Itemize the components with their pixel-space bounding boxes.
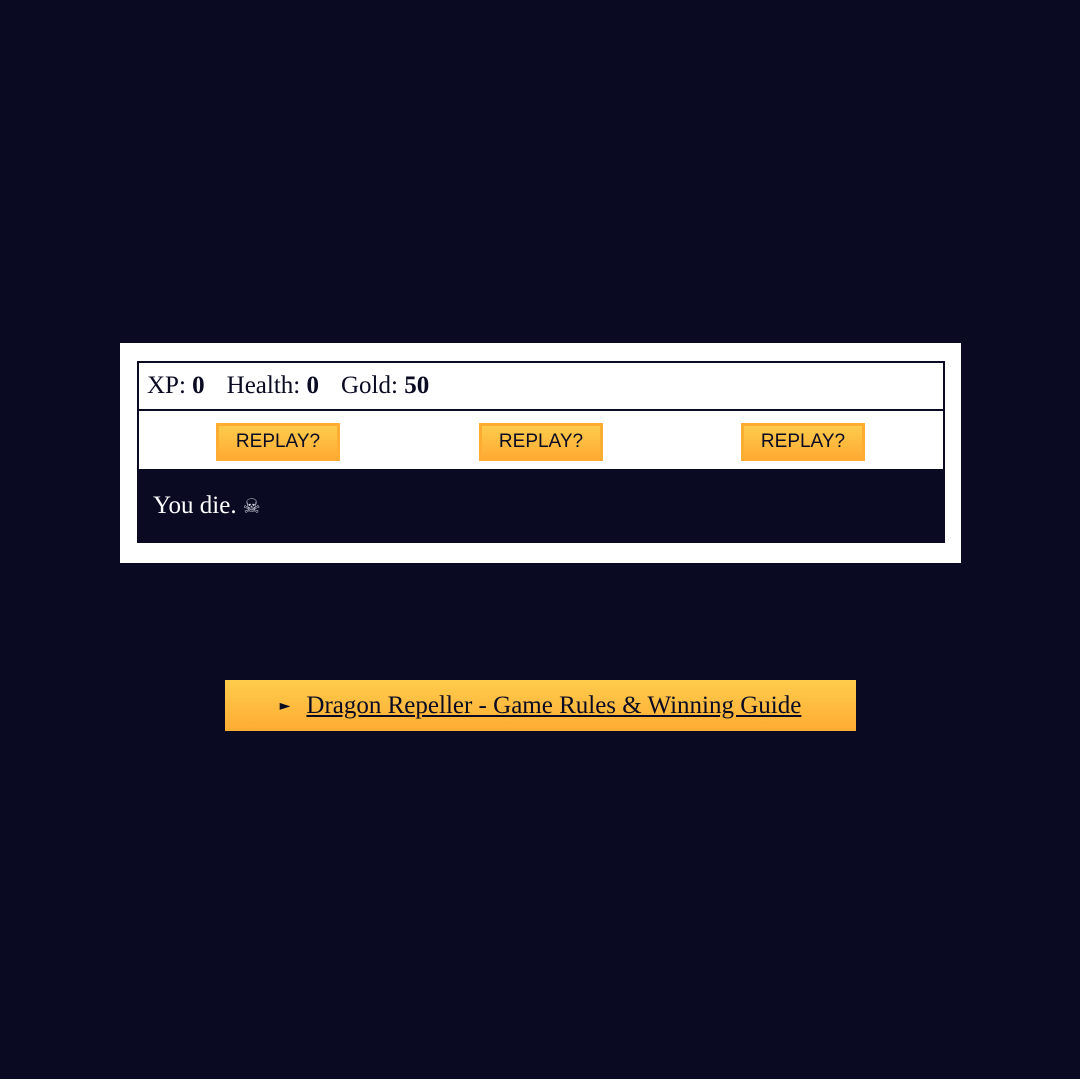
replay-button-1[interactable]: REPLAY? [216, 423, 340, 461]
skull-icon: ☠ [242, 494, 261, 518]
xp-stat: XP: 0 [147, 372, 205, 400]
gold-value: 50 [404, 372, 430, 399]
guide-label: Dragon Repeller - Game Rules & Winning G… [306, 691, 802, 719]
message-text: You die. [153, 492, 237, 519]
game-panel: XP: 0 Health: 0 Gold: 50 REPLAY? REPLAY?… [120, 343, 961, 563]
health-stat: Health: 0 [227, 372, 319, 400]
replay-button-3[interactable]: REPLAY? [741, 423, 865, 461]
game-guide-link[interactable]: ► Dragon Repeller - Game Rules & Winning… [225, 680, 856, 731]
xp-value: 0 [192, 372, 205, 399]
replay-button-2[interactable]: REPLAY? [479, 423, 603, 461]
xp-label: XP: [147, 372, 186, 399]
health-label: Health: [226, 372, 301, 399]
stats-bar: XP: 0 Health: 0 Gold: 50 [137, 361, 945, 411]
triangle-right-icon: ► [279, 697, 291, 714]
health-value: 0 [306, 372, 320, 399]
message-box: You die. ☠ [137, 469, 945, 543]
gold-stat: Gold: 50 [341, 372, 429, 400]
gold-label: Gold: [341, 372, 398, 399]
controls-bar: REPLAY? REPLAY? REPLAY? [137, 411, 945, 469]
